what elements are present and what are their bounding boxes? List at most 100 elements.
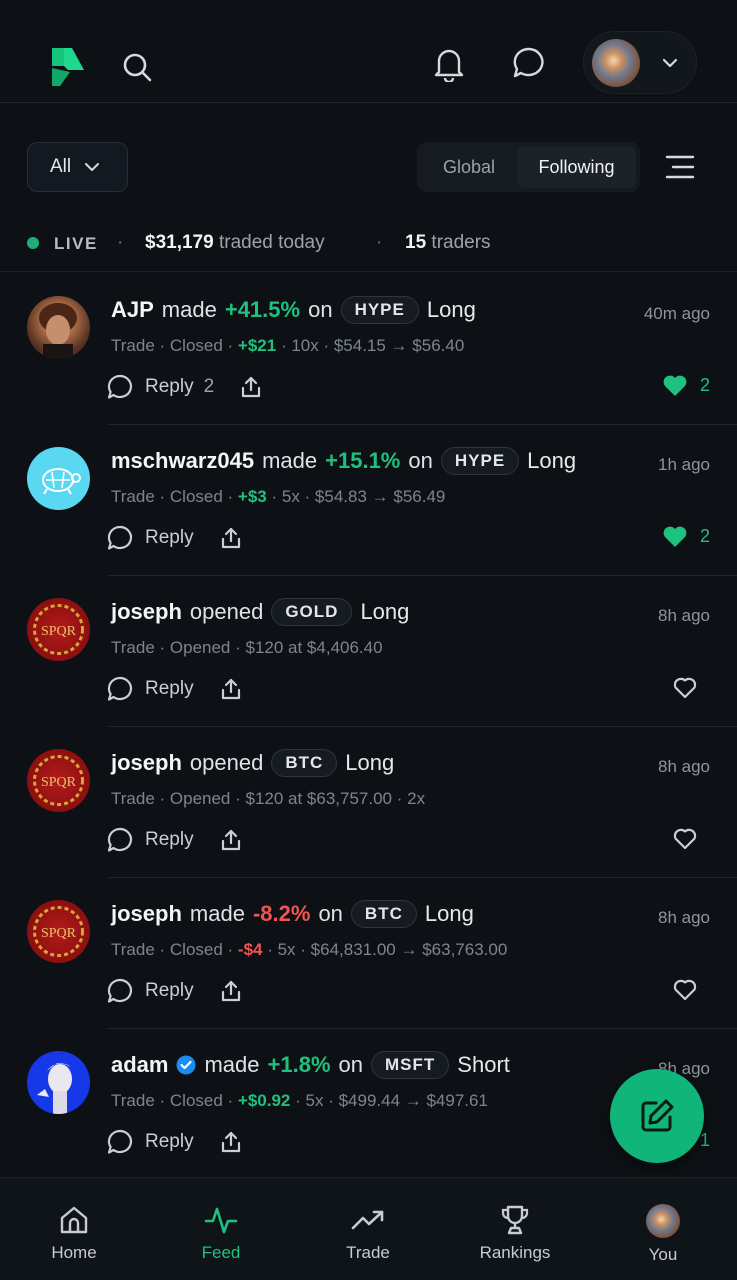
share-icon[interactable] xyxy=(220,1131,242,1153)
tab-global[interactable]: Global xyxy=(421,146,517,188)
post-headline: joseph made -8.2% on BTC Long xyxy=(111,900,482,928)
brand-logo[interactable] xyxy=(50,46,86,88)
feed-filters: All Global Following xyxy=(0,142,737,192)
username[interactable]: mschwarz045 xyxy=(111,448,254,474)
trade-details: Trade · Closed · +$21 · 10x · $54.15 → $… xyxy=(111,336,464,356)
like-button[interactable] xyxy=(672,827,710,850)
hamburger-filter-icon[interactable] xyxy=(665,154,695,185)
ticker-badge[interactable]: BTC xyxy=(271,749,338,777)
username[interactable]: joseph xyxy=(111,599,182,625)
nav-trade[interactable]: Trade xyxy=(318,1178,418,1280)
avatar xyxy=(646,1204,680,1238)
avatar[interactable] xyxy=(27,1051,90,1114)
post-headline: mschwarz045 made +15.1% on HYPE Long xyxy=(111,447,584,475)
share-icon[interactable] xyxy=(220,829,242,851)
heart-filled-icon xyxy=(663,375,687,396)
traders-suffix: traders xyxy=(431,232,491,253)
like-count: 2 xyxy=(699,526,710,546)
post-verb: opened xyxy=(189,750,264,775)
post-connector: on xyxy=(338,1052,364,1077)
like-button[interactable] xyxy=(672,978,710,1001)
reply-button[interactable]: Reply xyxy=(145,1131,194,1153)
post-headline: joseph opened GOLD Long xyxy=(111,598,417,626)
ticker-badge[interactable]: BTC xyxy=(350,900,417,928)
all-filter-dropdown[interactable]: All xyxy=(27,142,128,192)
separator-dot: · xyxy=(117,232,124,253)
trade-pnl: +$0.92 xyxy=(237,1091,291,1110)
separator-dot: · xyxy=(376,232,383,253)
like-button[interactable]: 2 xyxy=(662,374,710,397)
username[interactable]: joseph xyxy=(111,750,182,776)
reply-icon[interactable] xyxy=(107,676,133,702)
username[interactable]: AJP xyxy=(111,297,154,323)
share-icon[interactable] xyxy=(220,678,242,700)
trade-detail-prefix: Trade · Opened · $120 at $63,757.00 · 2x xyxy=(111,789,426,808)
nav-rankings-label: Rankings xyxy=(479,1243,551,1262)
feed-post[interactable]: SPQR joseph opened GOLD Long 8h ago Trad… xyxy=(0,576,737,727)
reply-button[interactable]: Reply xyxy=(145,980,194,1002)
share-icon[interactable] xyxy=(220,527,242,549)
ticker-badge[interactable]: GOLD xyxy=(271,598,353,626)
reply-icon[interactable] xyxy=(107,827,133,853)
traders-count: 15 xyxy=(405,232,427,253)
reply-icon[interactable] xyxy=(107,525,133,551)
search-icon[interactable] xyxy=(120,50,154,84)
avatar[interactable] xyxy=(27,447,90,510)
bell-icon[interactable] xyxy=(432,45,466,83)
ticker-badge[interactable]: HYPE xyxy=(340,296,419,324)
post-actions: Reply 2 xyxy=(107,374,262,400)
timestamp: 8h ago xyxy=(658,606,710,625)
nav-home[interactable]: Home xyxy=(24,1178,124,1280)
feed-post[interactable]: mschwarz045 made +15.1% on HYPE Long 1h … xyxy=(0,425,737,576)
feed-post[interactable]: AJP made +41.5% on HYPE Long 40m ago Tra… xyxy=(0,274,737,425)
trade-details: Trade · Closed · -$4 · 5x · $64,831.00 →… xyxy=(111,940,507,960)
timestamp: 1h ago xyxy=(658,455,710,474)
like-count: 2 xyxy=(699,375,710,395)
like-button[interactable]: 2 xyxy=(662,525,710,548)
trade-detail-prefix: Trade · Closed · xyxy=(111,1091,238,1110)
pnl-percent: +1.8% xyxy=(267,1052,331,1077)
profile-menu-button[interactable] xyxy=(583,31,697,94)
traders-stat: 15 traders xyxy=(405,232,491,254)
ticker-badge[interactable]: MSFT xyxy=(371,1051,450,1079)
reply-button[interactable]: Reply xyxy=(145,678,194,700)
post-actions: Reply xyxy=(107,827,242,853)
reply-icon[interactable] xyxy=(107,1129,133,1155)
username[interactable]: adam xyxy=(111,1052,168,1078)
bottom-navigation: Home Feed Trade Rankings You xyxy=(0,1177,737,1280)
heart-filled-icon xyxy=(663,526,687,547)
username[interactable]: joseph xyxy=(111,901,182,927)
reply-button[interactable]: Reply xyxy=(145,527,194,549)
pulse-icon xyxy=(204,1207,238,1234)
post-verb: made xyxy=(262,448,318,473)
reply-icon[interactable] xyxy=(107,978,133,1004)
avatar[interactable] xyxy=(27,296,90,359)
like-button[interactable] xyxy=(672,676,710,699)
feed-post[interactable]: SPQR joseph made -8.2% on BTC Long 8h ag… xyxy=(0,878,737,1029)
reply-button[interactable]: Reply xyxy=(145,829,194,851)
share-icon[interactable] xyxy=(240,376,262,398)
avatar[interactable]: SPQR xyxy=(27,749,90,812)
avatar[interactable]: SPQR xyxy=(27,900,90,963)
reply-button[interactable]: Reply xyxy=(145,376,194,398)
chevron-down-icon xyxy=(85,162,100,171)
chat-bubble-icon[interactable] xyxy=(512,46,546,80)
tab-following[interactable]: Following xyxy=(517,146,636,188)
traded-amount-suffix: traded today xyxy=(218,232,325,253)
trade-pnl: +$21 xyxy=(237,336,277,355)
feed-post[interactable]: SPQR joseph opened BTC Long 8h ago Trade… xyxy=(0,727,737,878)
share-icon[interactable] xyxy=(220,980,242,1002)
nav-rankings[interactable]: Rankings xyxy=(465,1178,565,1280)
nav-you[interactable]: You xyxy=(613,1178,713,1280)
pnl-percent: +41.5% xyxy=(224,297,301,322)
post-connector: on xyxy=(318,901,343,926)
nav-feed[interactable]: Feed xyxy=(171,1178,271,1280)
svg-text:SPQR: SPQR xyxy=(41,624,77,639)
trade-details: Trade · Closed · +$0.92 · 5x · $499.44 →… xyxy=(111,1091,488,1111)
reply-icon[interactable] xyxy=(107,374,133,400)
like-count: 1 xyxy=(699,1130,710,1150)
compose-post-button[interactable] xyxy=(610,1069,704,1163)
ticker-badge[interactable]: HYPE xyxy=(440,447,520,475)
post-connector: on xyxy=(408,448,433,473)
avatar[interactable]: SPQR xyxy=(27,598,90,661)
